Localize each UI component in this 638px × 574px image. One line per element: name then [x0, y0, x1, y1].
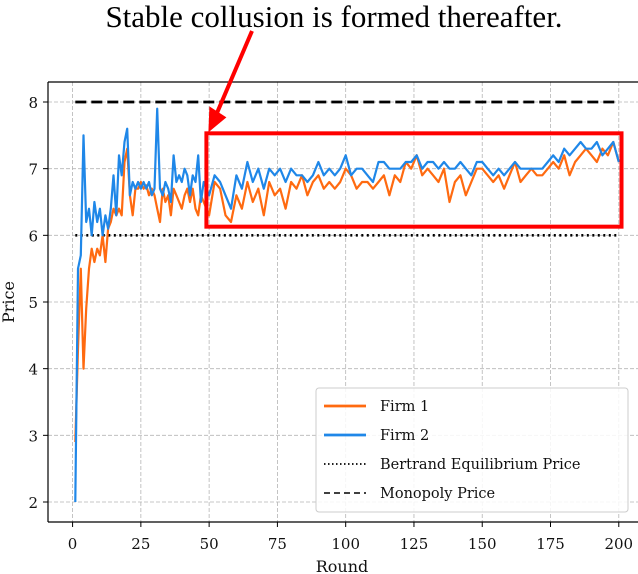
annotation-text: Stable collusion is formed thereafter.	[105, 0, 562, 34]
y-tick-label: 8	[28, 94, 38, 112]
legend-label: Firm 2	[380, 428, 429, 444]
x-tick-label: 150	[468, 535, 497, 553]
x-tick-label: 100	[331, 535, 360, 553]
x-tick-label: 175	[536, 535, 565, 553]
legend-label: Firm 1	[380, 399, 429, 415]
annotation: Stable collusion is formed thereafter.	[105, 0, 624, 229]
x-tick-label: 200	[604, 535, 633, 553]
x-axis-label: Round	[316, 557, 369, 574]
y-tick-label: 5	[28, 294, 38, 312]
y-tick-label: 7	[28, 161, 38, 179]
y-axis-label: Price	[0, 281, 18, 323]
price-chart: 0 25 50 75 100 125 150 175 200 2 3 4 5 6 7 8 Round Pric…	[0, 0, 638, 574]
y-tick-label: 2	[28, 494, 38, 512]
legend-label: Bertrand Equilibrium Price	[380, 457, 581, 473]
legend-label: Monopoly Price	[380, 486, 495, 502]
x-tick-label: 25	[131, 535, 150, 553]
x-tick-label: 75	[268, 535, 287, 553]
y-tick-label: 4	[28, 361, 38, 379]
y-tick-label: 3	[28, 427, 38, 445]
x-tick-label: 0	[68, 535, 78, 553]
y-tick-label: 6	[28, 227, 38, 245]
legend: Firm 1 Firm 2 Bertrand Equilibrium Price Mo…	[315, 387, 629, 513]
x-tick-label: 125	[400, 535, 429, 553]
x-tick-label: 50	[200, 535, 219, 553]
